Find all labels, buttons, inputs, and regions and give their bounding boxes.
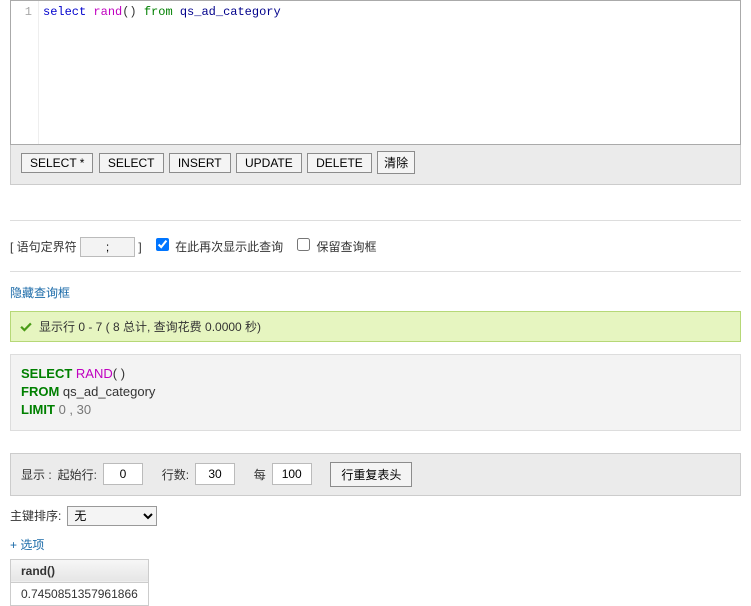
success-text: 显示行 0 - 7 ( 8 总计, 查询花费 0.0000 秒) — [39, 318, 261, 335]
delimiter-label-close: ] — [138, 240, 141, 254]
show-again-label: 在此再次显示此查询 — [175, 240, 283, 254]
sql-code[interactable]: select rand() from qs_ad_category — [39, 1, 740, 144]
line-gutter: 1 — [11, 1, 39, 144]
display-label: 显示 : — [21, 466, 52, 483]
clear-button[interactable]: 清除 — [377, 151, 415, 174]
delete-button[interactable]: DELETE — [307, 153, 372, 173]
sort-label: 主键排序: — [10, 507, 61, 524]
parens: () — [122, 5, 136, 19]
line-number: 1 — [25, 5, 32, 19]
keep-box-checkbox[interactable] — [297, 238, 310, 251]
echo-limit: LIMIT — [21, 402, 55, 417]
cell-rand-value: 0.7450851357961866 — [11, 582, 149, 605]
insert-button[interactable]: INSERT — [169, 153, 231, 173]
select-star-button[interactable]: SELECT * — [21, 153, 93, 173]
success-message: 显示行 0 - 7 ( 8 总计, 查询花费 0.0000 秒) — [10, 311, 741, 342]
rows-input[interactable] — [195, 463, 235, 485]
table-header-row: rand() — [11, 559, 149, 582]
start-row-input[interactable] — [103, 463, 143, 485]
result-table: rand() 0.7450851357961866 — [10, 559, 149, 606]
kw-from: from — [144, 5, 173, 19]
keep-box-label: 保留查询框 — [316, 240, 376, 254]
echo-limit-args: 0 , 30 — [59, 402, 92, 417]
table-row: 0.7450851357961866 — [11, 582, 149, 605]
sql-echo: SELECT RAND( ) FROM qs_ad_category LIMIT… — [10, 354, 741, 431]
sql-editor[interactable]: 1 select rand() from qs_ad_category — [10, 0, 741, 145]
echo-select: SELECT — [21, 366, 72, 381]
rows-label: 行数: — [162, 466, 189, 483]
sql-button-row: SELECT * SELECT INSERT UPDATE DELETE 清除 — [10, 145, 741, 185]
repeat-header-button[interactable]: 行重复表头 — [330, 462, 412, 487]
fn-rand: rand — [93, 5, 122, 19]
options-row: + 选项 — [10, 536, 741, 553]
show-again-checkbox[interactable] — [156, 238, 169, 251]
delimiter-bar: [ 语句定界符 ] 在此再次显示此查询 保留查询框 — [10, 220, 741, 272]
echo-rand: RAND — [76, 366, 113, 381]
delimiter-label-open: [ 语句定界符 — [10, 240, 77, 254]
hide-query-row: 隐藏查询框 — [0, 272, 751, 311]
echo-parens: ( ) — [113, 366, 125, 381]
every-label: 每 — [254, 466, 266, 483]
every-input[interactable] — [272, 463, 312, 485]
update-button[interactable]: UPDATE — [236, 153, 302, 173]
delimiter-input[interactable] — [80, 237, 135, 257]
hide-query-link[interactable]: 隐藏查询框 — [10, 286, 70, 300]
display-bar: 显示 : 起始行: 行数: 每 行重复表头 — [10, 453, 741, 496]
echo-from: FROM — [21, 384, 59, 399]
table-name: qs_ad_category — [180, 5, 281, 19]
options-link[interactable]: + 选项 — [10, 538, 44, 552]
sort-select[interactable]: 无 — [67, 506, 157, 526]
check-icon — [19, 320, 33, 334]
kw-select: select — [43, 5, 86, 19]
col-rand[interactable]: rand() — [11, 559, 149, 582]
echo-table: qs_ad_category — [63, 384, 156, 399]
select-button[interactable]: SELECT — [99, 153, 164, 173]
sort-row: 主键排序: 无 — [10, 506, 741, 526]
start-row-label: 起始行: — [58, 466, 97, 483]
